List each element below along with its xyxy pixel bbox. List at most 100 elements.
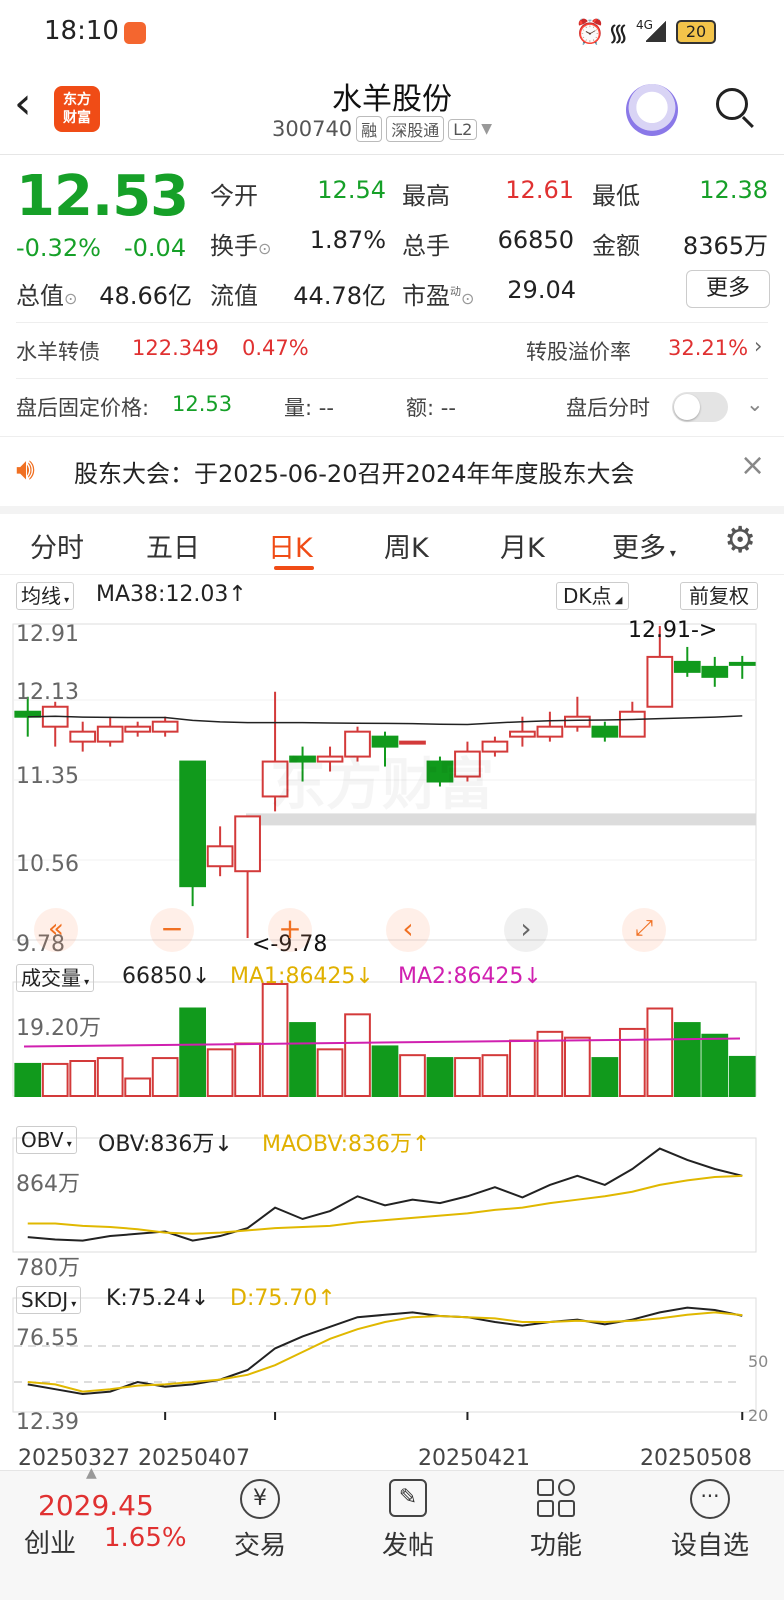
- candle-body: [618, 710, 646, 738]
- ma-value: MA38:12.03↑: [96, 582, 247, 607]
- volume-label: 总手: [402, 232, 450, 260]
- nav-functions-label: 功能: [529, 1531, 582, 1561]
- tab-weekly-k[interactable]: 周K: [384, 526, 429, 565]
- tab-daily-k[interactable]: 日K: [268, 526, 313, 565]
- volume-bar: [206, 1048, 234, 1098]
- candle-body: [179, 760, 206, 888]
- status-time: 18:10: [44, 16, 119, 46]
- settings-gear-icon[interactable]: ⚙: [724, 520, 756, 561]
- divider: [16, 378, 768, 379]
- robot-assistant-icon[interactable]: [626, 84, 678, 136]
- volume-bar: [96, 1057, 124, 1098]
- info-icon[interactable]: ⊙: [64, 289, 77, 308]
- scroll-far-left-icon[interactable]: «: [34, 908, 78, 952]
- collapse-caret-icon[interactable]: ▲: [86, 1465, 97, 1481]
- more-button[interactable]: 更多: [686, 270, 770, 308]
- scroll-left-icon[interactable]: ‹: [386, 908, 430, 952]
- volume-selector-label: 成交量: [21, 966, 81, 990]
- nav-add-watchlist-label: 设自选: [670, 1531, 749, 1561]
- nav-functions[interactable]: 功能: [516, 1479, 596, 1562]
- after-hours-toggle[interactable]: [672, 392, 728, 422]
- bond-price: 122.349: [132, 336, 219, 360]
- pe-label-text: 市盈: [402, 282, 450, 310]
- kdj-selector[interactable]: SKDJ ▾: [16, 1286, 82, 1314]
- tab-five-day[interactable]: 五日: [146, 526, 200, 565]
- app-notification-icon: [124, 22, 146, 44]
- alarm-icon: ⏰: [575, 18, 605, 46]
- volume-bar: [179, 1007, 206, 1097]
- adjust-button[interactable]: 前复权: [680, 582, 758, 610]
- after-hours-row: 盘后固定价格: 12.53 量: -- 额: -- 盘后分时 ⌄: [16, 392, 768, 428]
- nav-trade-label: 交易: [233, 1531, 286, 1561]
- zoom-out-icon[interactable]: −: [150, 908, 194, 952]
- x-date-3: 20250421: [418, 1446, 530, 1471]
- tab-more-label: 更多: [612, 533, 666, 564]
- index-percent[interactable]: 1.65%: [104, 1523, 187, 1553]
- active-tab-indicator: [274, 566, 314, 570]
- volume-bar: [728, 1055, 756, 1097]
- divider: [0, 574, 784, 575]
- current-price: 12.53: [16, 164, 189, 229]
- battery-icon: 20: [676, 20, 716, 44]
- tag-connect: 深股通: [386, 116, 445, 142]
- stock-code: 300740: [272, 117, 353, 141]
- battery-level: 20: [685, 22, 707, 41]
- scroll-right-icon[interactable]: ›: [504, 908, 548, 952]
- divider: [16, 322, 768, 323]
- search-icon[interactable]: [716, 88, 758, 130]
- kdj-d: D:75.70↑: [230, 1286, 336, 1311]
- candle-body: [69, 730, 97, 743]
- volume-selector[interactable]: 成交量 ▾: [16, 964, 95, 992]
- volume-bar: [234, 1042, 261, 1097]
- tab-monthly-k[interactable]: 月K: [500, 526, 545, 565]
- wifi-icon: ᯾: [608, 19, 629, 47]
- signal-icon: [646, 20, 666, 42]
- ma-selector[interactable]: 均线 ▾: [16, 582, 75, 610]
- candle-body: [234, 815, 261, 873]
- nav-post[interactable]: ✎ 发帖: [368, 1479, 448, 1562]
- float-value: 44.78亿: [293, 282, 386, 310]
- info-icon[interactable]: ⊙: [461, 289, 474, 308]
- tag-l2: L2: [448, 118, 478, 140]
- close-icon[interactable]: ×: [740, 448, 765, 483]
- volume-bar: [646, 1007, 674, 1097]
- chevron-down-icon[interactable]: ▼: [481, 121, 492, 137]
- expand-icon[interactable]: ⤢: [622, 908, 666, 952]
- bond-row[interactable]: 水羊转债 122.349 0.47% 转股溢价率 32.21% ›: [16, 334, 768, 372]
- chevron-down-icon[interactable]: ⌄: [746, 392, 764, 416]
- info-icon[interactable]: ⊙: [258, 239, 271, 258]
- volume-bar: [151, 1057, 179, 1098]
- kdj-ref-20: 20: [748, 1406, 769, 1425]
- volume-bar: [454, 1057, 481, 1098]
- index-name[interactable]: 创业: [24, 1523, 76, 1560]
- mktcap-label: 总值⊙: [16, 276, 77, 311]
- premium-label: 转股溢价率: [526, 340, 631, 364]
- y-label-3: 11.35: [16, 764, 79, 789]
- candle-body: [206, 845, 234, 868]
- premium-value: 32.21%: [668, 336, 749, 360]
- after-hours-price-label: 盘后固定价格:: [16, 396, 150, 420]
- index-value[interactable]: 2029.45: [38, 1489, 154, 1522]
- volume-bar: [591, 1057, 619, 1098]
- dk-point-button[interactable]: DK点 ◢: [556, 582, 630, 610]
- open-label: 今开: [210, 182, 258, 210]
- notice-bar[interactable]: 🔊︎ 股东大会：于2025-06-20召开2024年年度股东大会 ×: [0, 438, 784, 504]
- after-hours-amount: 额: --: [406, 396, 456, 420]
- zoom-in-icon[interactable]: +: [268, 908, 312, 952]
- more-dots-icon: ···: [690, 1479, 730, 1519]
- tab-intraday[interactable]: 分时: [30, 526, 84, 565]
- tab-more[interactable]: 更多 ▾: [612, 526, 676, 565]
- kdj-d-line: [27, 1311, 743, 1393]
- kdj-y-top: 76.55: [16, 1326, 79, 1351]
- candle-body: [151, 720, 179, 733]
- volume-bar: [344, 1013, 371, 1098]
- volume-bar: [399, 1054, 426, 1097]
- nav-trade[interactable]: ¥ 交易: [220, 1479, 300, 1562]
- low-label: 最低: [592, 182, 640, 210]
- nav-post-label: 发帖: [381, 1531, 434, 1561]
- nav-add-watchlist[interactable]: ··· 设自选: [660, 1479, 760, 1562]
- notice-text: 股东大会：于2025-06-20召开2024年年度股东大会: [74, 460, 635, 488]
- obv-y-bottom: 780万: [16, 1256, 80, 1281]
- volume-bar: [673, 1022, 701, 1098]
- obv-selector[interactable]: OBV ▾: [16, 1126, 77, 1154]
